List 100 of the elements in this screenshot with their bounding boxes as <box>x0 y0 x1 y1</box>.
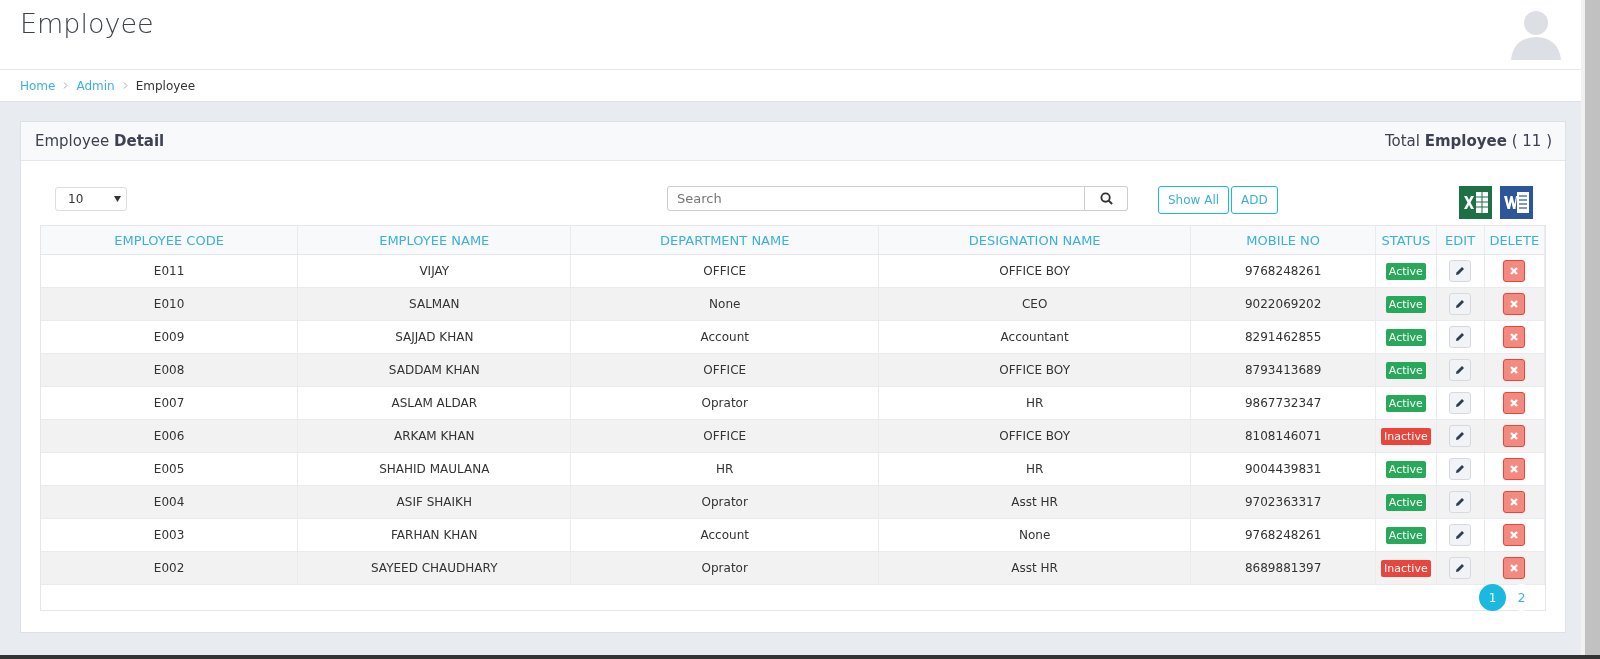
table-cell: E011 <box>41 254 298 288</box>
edit-button[interactable] <box>1449 293 1472 315</box>
delete-button[interactable] <box>1503 425 1526 447</box>
column-header[interactable]: MOBILE NO <box>1190 226 1376 255</box>
table-cell: ASLAM ALDAR <box>297 386 571 420</box>
search-field[interactable]: Search <box>667 186 1085 211</box>
close-icon <box>1510 399 1519 407</box>
table-cell: SALMAN <box>297 287 571 321</box>
table-cell: Oprator <box>570 551 879 585</box>
table-cell: SAYEED CHAUDHARY <box>297 551 571 585</box>
edit-button[interactable] <box>1449 260 1472 282</box>
table-cell: Asst HR <box>878 551 1191 585</box>
edit-button[interactable] <box>1449 425 1472 447</box>
edit-button[interactable] <box>1449 491 1472 513</box>
table-cell: Account <box>570 320 879 354</box>
status-badge: Active <box>1385 295 1426 313</box>
table-cell: E002 <box>41 551 298 585</box>
breadcrumb-link[interactable]: Admin <box>76 78 115 93</box>
column-header[interactable]: DELETE <box>1484 226 1545 255</box>
table-cell: 8793413689 <box>1190 353 1376 387</box>
column-header[interactable]: DESIGNATION NAME <box>878 226 1191 255</box>
table-cell: OFFICE BOY <box>878 254 1191 288</box>
column-header[interactable]: EMPLOYEE NAME <box>297 226 571 255</box>
pencil-icon <box>1455 299 1466 309</box>
column-header[interactable]: EDIT <box>1436 226 1485 255</box>
breadcrumb-link[interactable]: Home <box>20 78 56 93</box>
table-cell: SAJJAD KHAN <box>297 320 571 354</box>
pencil-icon <box>1455 530 1466 540</box>
page-size-select[interactable]: 10 <box>55 187 127 211</box>
pencil-icon <box>1455 365 1466 375</box>
close-icon <box>1510 465 1519 473</box>
delete-button[interactable] <box>1503 293 1526 315</box>
edit-button[interactable] <box>1449 557 1472 579</box>
search-button[interactable] <box>1085 186 1128 211</box>
column-header[interactable]: DEPARTMENT NAME <box>570 226 879 255</box>
table-cell: 9768248261 <box>1190 518 1376 552</box>
pencil-icon <box>1455 563 1466 573</box>
delete-button[interactable] <box>1503 260 1526 282</box>
table-cell: Oprator <box>570 485 879 519</box>
panel-title: Employee Detail <box>35 132 165 150</box>
spreadsheet-icon[interactable] <box>1459 186 1492 219</box>
edit-button[interactable] <box>1449 392 1472 414</box>
table-cell: E003 <box>41 518 298 552</box>
table-cell: 9702363317 <box>1190 485 1376 519</box>
close-icon <box>1510 564 1519 572</box>
table-cell: OFFICE <box>570 419 879 453</box>
table-cell: HR <box>878 452 1191 486</box>
toolbar-button[interactable]: Show All <box>1158 186 1230 214</box>
table-cell: None <box>570 287 879 321</box>
edit-button[interactable] <box>1449 359 1472 381</box>
table-cell: E008 <box>41 353 298 387</box>
table-cell: E010 <box>41 287 298 321</box>
status-badge: Active <box>1385 493 1426 511</box>
table-cell: HR <box>878 386 1191 420</box>
pencil-icon <box>1455 332 1466 342</box>
table-cell: Asst HR <box>878 485 1191 519</box>
scrollbar[interactable] <box>1581 0 1600 655</box>
chevron-icon <box>122 82 128 89</box>
table-cell: OFFICE BOY <box>878 353 1191 387</box>
table-cell: 9022069202 <box>1190 287 1376 321</box>
table-cell: 9004439831 <box>1190 452 1376 486</box>
delete-button[interactable] <box>1503 458 1526 480</box>
table-cell: SHAHID MAULANA <box>297 452 571 486</box>
edit-button[interactable] <box>1449 524 1472 546</box>
edit-button[interactable] <box>1449 326 1472 348</box>
pencil-icon <box>1455 497 1466 507</box>
toolbar-button[interactable]: ADD <box>1231 186 1278 214</box>
delete-button[interactable] <box>1503 392 1526 414</box>
page-link[interactable]: 1 <box>1479 584 1506 611</box>
status-badge: Inactive <box>1381 559 1431 577</box>
table-cell: None <box>878 518 1191 552</box>
table-cell: FARHAN KHAN <box>297 518 571 552</box>
delete-button[interactable] <box>1503 491 1526 513</box>
table-cell: OFFICE <box>570 254 879 288</box>
edit-button[interactable] <box>1449 458 1472 480</box>
table-cell: E009 <box>41 320 298 354</box>
close-icon <box>1510 498 1519 506</box>
column-header[interactable]: EMPLOYEE CODE <box>41 226 298 255</box>
close-icon <box>1510 267 1519 275</box>
table-cell: HR <box>570 452 879 486</box>
delete-button[interactable] <box>1503 326 1526 348</box>
pencil-icon <box>1455 464 1466 474</box>
column-header[interactable]: STATUS <box>1375 226 1437 255</box>
delete-button[interactable] <box>1503 524 1526 546</box>
delete-button[interactable] <box>1503 557 1526 579</box>
document-icon[interactable] <box>1500 186 1533 219</box>
table-cell: 9867732347 <box>1190 386 1376 420</box>
table-cell: SADDAM KHAN <box>297 353 571 387</box>
table-cell: 8291462855 <box>1190 320 1376 354</box>
table-cell: OFFICE BOY <box>878 419 1191 453</box>
close-icon <box>1510 432 1519 440</box>
status-badge: Active <box>1385 526 1426 544</box>
status-badge: Active <box>1385 460 1426 478</box>
delete-button[interactable] <box>1503 359 1526 381</box>
pencil-icon <box>1455 266 1466 276</box>
status-badge: Active <box>1385 262 1426 280</box>
table-cell: E004 <box>41 485 298 519</box>
table-cell: ARKAM KHAN <box>297 419 571 453</box>
table-cell: E006 <box>41 419 298 453</box>
table-cell: VIJAY <box>297 254 571 288</box>
